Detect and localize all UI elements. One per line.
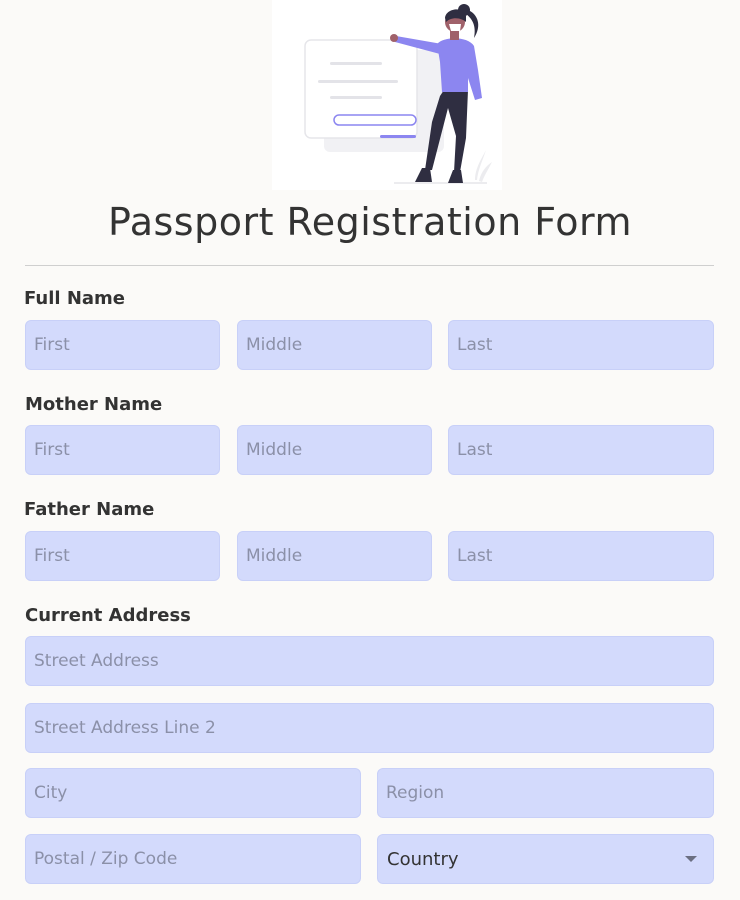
full-name-label: Full Name — [24, 288, 125, 309]
region-input[interactable] — [377, 768, 714, 818]
country-select[interactable]: Country — [377, 834, 714, 884]
father-name-last-input[interactable] — [448, 531, 714, 581]
street-address-line2-input[interactable] — [25, 703, 714, 753]
street-address-input[interactable] — [25, 636, 714, 686]
current-address-label: Current Address — [25, 605, 191, 626]
mother-name-label: Mother Name — [25, 394, 163, 415]
father-name-label: Father Name — [24, 499, 155, 520]
city-input[interactable] — [25, 768, 361, 818]
chevron-down-icon — [685, 856, 697, 862]
postal-code-input[interactable] — [25, 834, 361, 884]
full-name-first-input[interactable] — [25, 320, 220, 370]
hero-illustration — [272, 0, 502, 190]
mother-name-last-input[interactable] — [448, 425, 714, 475]
country-select-value: Country — [387, 848, 459, 870]
mother-name-first-input[interactable] — [25, 425, 220, 475]
father-name-middle-input[interactable] — [237, 531, 432, 581]
father-name-first-input[interactable] — [25, 531, 220, 581]
page-title: Passport Registration Form — [107, 200, 632, 244]
mother-name-middle-input[interactable] — [237, 425, 432, 475]
full-name-last-input[interactable] — [448, 320, 714, 370]
title-divider — [25, 265, 714, 266]
full-name-middle-input[interactable] — [237, 320, 432, 370]
woman-presenting-form-illustration — [304, 4, 492, 184]
